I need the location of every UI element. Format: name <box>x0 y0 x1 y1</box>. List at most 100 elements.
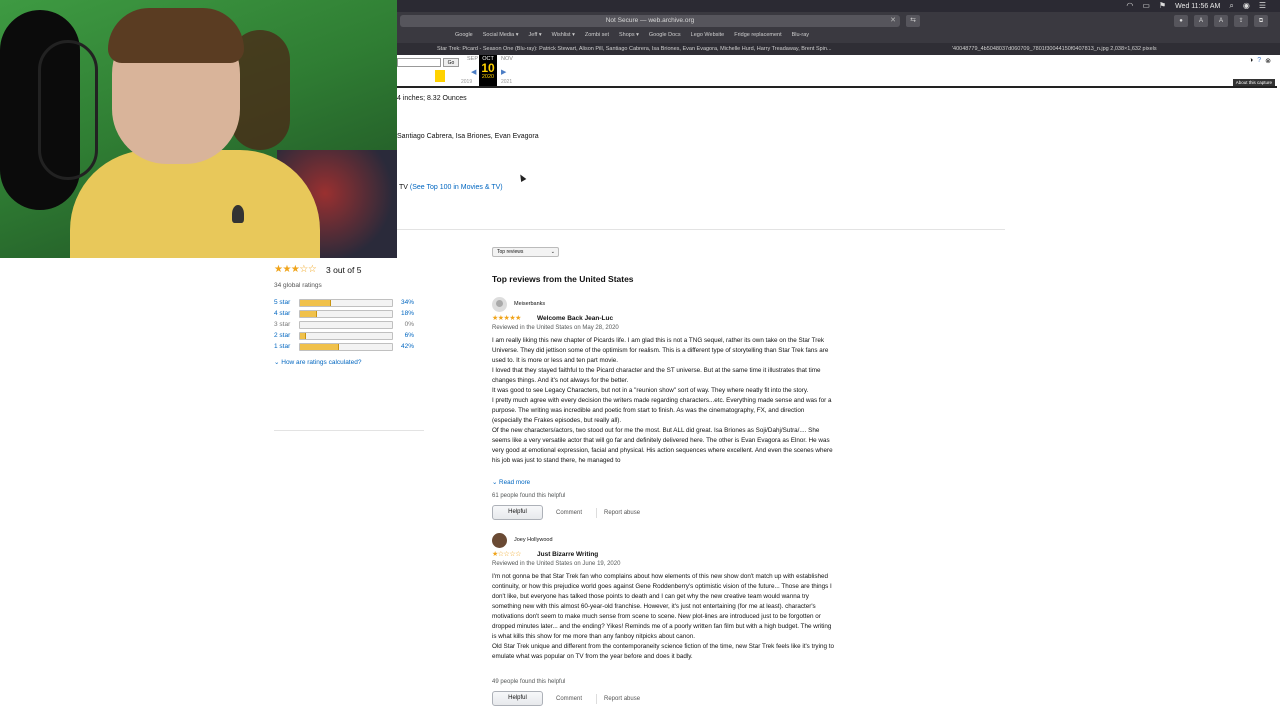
bookmark-item[interactable]: Blu-ray <box>792 32 809 38</box>
text-size-icon[interactable]: A <box>1194 15 1208 27</box>
comment-link[interactable]: Comment <box>549 694 589 704</box>
product-actors: Santiago Cabrera, Isa Briones, Evan Evag… <box>397 133 539 140</box>
reviews-heading: Top reviews from the United States <box>492 274 634 284</box>
histogram-fill <box>300 333 306 339</box>
extension-icon[interactable]: ● <box>1174 15 1188 27</box>
review-stars[interactable]: ★☆☆☆☆ <box>492 550 521 558</box>
wayback-day: 10 <box>481 61 495 75</box>
text-size-large-icon[interactable]: A <box>1214 15 1228 27</box>
helpful-button[interactable]: Helpful <box>492 691 543 706</box>
address-bar-text: Not Secure — web.archive.org <box>605 17 695 24</box>
wayback-prev-arrow-icon[interactable]: ◀ <box>471 68 476 76</box>
review-author[interactable]: Joey Hollywood <box>514 537 553 543</box>
wayback-sparkline[interactable] <box>435 70 445 82</box>
review-author[interactable]: Meiserbanks <box>514 301 545 307</box>
bookmark-item[interactable]: Google <box>455 32 473 38</box>
review-paragraph: I am really liking this new chapter of P… <box>492 337 829 364</box>
histogram-row-1[interactable]: 1 star 42% <box>274 342 424 353</box>
histogram-label[interactable]: 5 star <box>274 299 290 306</box>
bookmark-item[interactable]: Social Media ▾ <box>483 32 519 38</box>
global-ratings-count: 34 global ratings <box>274 282 322 289</box>
tab-active[interactable]: Star Trek: Picard - Season One (Blu-ray)… <box>437 43 847 55</box>
histogram-bar[interactable] <box>299 299 393 307</box>
review-date: Reviewed in the United States on June 19… <box>492 561 621 567</box>
average-rating-text: 3 out of 5 <box>326 265 362 275</box>
review-title[interactable]: Welcome Back Jean-Luc <box>537 315 613 322</box>
address-bar[interactable]: Not Secure — web.archive.org ✕ <box>400 15 900 27</box>
flag-icon[interactable]: ⚑ <box>1159 0 1166 12</box>
bookmark-item[interactable]: Zombi set <box>585 32 609 38</box>
report-abuse-link[interactable]: Report abuse <box>596 507 647 518</box>
wayback-tools: ◑ ? ⊗ <box>1249 57 1271 65</box>
histogram-row-2[interactable]: 2 star 6% <box>274 331 424 342</box>
histogram-bar <box>299 321 393 329</box>
spotlight-search-icon[interactable]: ⌕ <box>1229 0 1233 12</box>
wayback-current-date: OCT 10 2020 <box>479 55 497 86</box>
histogram-row-3: 3 star 0% <box>274 320 424 331</box>
histogram-row-4[interactable]: 4 star 18% <box>274 309 424 320</box>
comment-link[interactable]: Comment <box>549 508 589 518</box>
review-paragraph: I loved that they stayed faithful to the… <box>492 367 821 384</box>
review-paragraph: It was good to see Legacy Characters, bu… <box>492 387 809 394</box>
wayback-year-next[interactable]: 2021 <box>501 79 512 85</box>
how-ratings-calculated-link[interactable]: ⌄ How are ratings calculated? <box>274 358 361 366</box>
tab-bar: Star Trek: Picard - Season One (Blu-ray)… <box>397 43 1280 55</box>
review-actions: Helpful Comment Report abuse <box>492 505 647 520</box>
close-icon[interactable]: ⊗ <box>1265 57 1271 65</box>
histogram-label[interactable]: 4 star <box>274 310 290 317</box>
wayback-url-input[interactable] <box>397 58 441 67</box>
browser-toolbar-actions: ● A A ⇪ ⧉ <box>1174 15 1268 27</box>
review-paragraph: Of the new characters/actors, two stood … <box>492 427 833 464</box>
wayback-month-prev[interactable]: SEP <box>467 56 478 62</box>
histogram-percent[interactable]: 42% <box>401 343 414 350</box>
bookmark-item[interactable]: Lego Website <box>691 32 725 38</box>
helpful-button[interactable]: Helpful <box>492 505 543 520</box>
person-shirt <box>70 150 320 258</box>
bookmark-item[interactable]: Google Docs <box>649 32 681 38</box>
bookmark-item[interactable]: Jeff ▾ <box>529 32 542 38</box>
histogram-label[interactable]: 2 star <box>274 332 290 339</box>
wayback-about-capture[interactable]: About this capture <box>1232 79 1275 86</box>
wayback-next-arrow-icon[interactable]: ▶ <box>501 68 506 76</box>
histogram-percent[interactable]: 6% <box>405 332 414 339</box>
notification-center-icon[interactable]: ☰ <box>1259 0 1266 12</box>
close-icon[interactable]: ✕ <box>890 15 896 27</box>
new-tab-icon[interactable]: ⧉ <box>1254 15 1268 27</box>
review-paragraph: I'm not gonna be that Star Trek fan who … <box>492 573 832 640</box>
histogram-bar[interactable] <box>299 310 393 318</box>
battery-icon[interactable]: ▭ <box>1142 0 1150 12</box>
review-title[interactable]: Just Bizarre Writing <box>537 551 598 558</box>
report-abuse-link[interactable]: Report abuse <box>596 693 647 704</box>
bookmark-item[interactable]: Fridge replacement <box>734 32 781 38</box>
histogram-percent[interactable]: 34% <box>401 299 414 306</box>
review-sort-select[interactable]: Top reviews ⌄ <box>492 247 559 257</box>
histogram-percent[interactable]: 18% <box>401 310 414 317</box>
review-stars[interactable]: ★★★★★ <box>492 314 521 322</box>
tab-image[interactable]: '40048779_4b5048037d060709_7801f30044150… <box>952 43 1272 55</box>
read-more-link[interactable]: ⌄ Read more <box>492 479 530 486</box>
reader-view-icon[interactable]: ⇆ <box>906 15 920 27</box>
top-100-link[interactable]: (See Top 100 in Movies & TV) <box>410 184 503 191</box>
bookmark-item[interactable]: Wishlist ▾ <box>552 32 575 38</box>
menubar-clock[interactable]: Wed 11:56 AM <box>1175 3 1220 10</box>
microphone-mount <box>38 40 98 180</box>
wayback-month-next[interactable]: NOV <box>501 56 513 62</box>
help-icon[interactable]: ? <box>1257 57 1261 65</box>
wayback-year-prev[interactable]: 2019 <box>461 79 472 85</box>
bookmark-item[interactable]: Shops ▾ <box>619 32 639 38</box>
user-icon[interactable]: ◑ <box>1249 57 1253 65</box>
wifi-icon[interactable]: ◠ <box>1126 0 1133 12</box>
avatar[interactable] <box>492 297 507 312</box>
histogram-label[interactable]: 1 star <box>274 343 290 350</box>
histogram-row-5[interactable]: 5 star 34% <box>274 298 424 309</box>
review-card: Meiserbanks ★★★★★ Welcome Back Jean-Luc … <box>492 297 834 522</box>
share-icon[interactable]: ⇪ <box>1234 15 1248 27</box>
product-rank-prefix: TV <box>399 184 408 191</box>
avatar[interactable] <box>492 533 507 548</box>
histogram-bar[interactable] <box>299 343 393 351</box>
histogram-fill <box>300 344 339 350</box>
histogram-bar[interactable] <box>299 332 393 340</box>
siri-icon[interactable]: ◉ <box>1243 0 1250 12</box>
helpful-count: 61 people found this helpful <box>492 493 566 499</box>
wayback-go-button[interactable]: Go <box>443 58 459 67</box>
